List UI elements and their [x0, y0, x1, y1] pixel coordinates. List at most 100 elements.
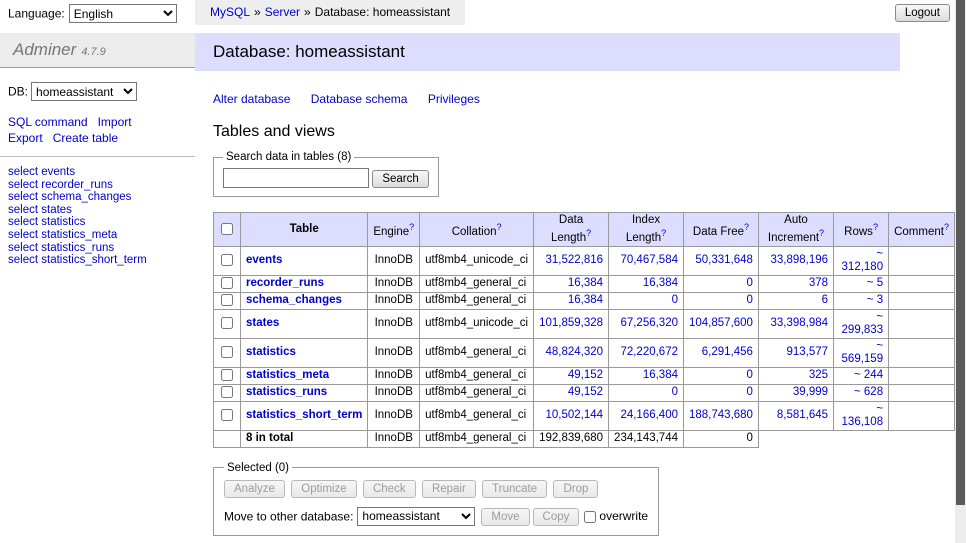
data-length-link[interactable]: 101,859,328	[539, 317, 603, 329]
breadcrumb-server-link[interactable]: Server	[265, 5, 300, 19]
row-checkbox[interactable]	[221, 277, 233, 289]
auto-increment-link[interactable]: 378	[809, 277, 828, 289]
drop-button[interactable]: Drop	[553, 480, 598, 498]
move-button[interactable]: Move	[481, 508, 529, 526]
optimize-button[interactable]: Optimize	[291, 480, 356, 498]
table-name-link[interactable]: statistics_meta	[246, 369, 329, 381]
rows-link[interactable]: ~ 136,108	[842, 403, 884, 428]
data-length-link[interactable]: 31,522,816	[545, 254, 603, 266]
auto-increment-link[interactable]: 325	[809, 369, 828, 381]
repair-button[interactable]: Repair	[422, 480, 476, 498]
data-length-link[interactable]: 49,152	[568, 369, 603, 381]
table-select-link[interactable]: select	[8, 216, 38, 228]
data-length-link[interactable]: 10,502,144	[545, 409, 603, 421]
table-name-link[interactable]: statistics_runs	[41, 242, 114, 254]
table-name-link[interactable]: events	[246, 254, 282, 266]
auto-increment-link[interactable]: 8,581,645	[777, 409, 828, 421]
column-help-link[interactable]: ?	[409, 222, 414, 232]
row-checkbox[interactable]	[221, 346, 233, 358]
truncate-button[interactable]: Truncate	[482, 480, 547, 498]
index-length-link[interactable]: 24,166,400	[620, 409, 678, 421]
column-help-link[interactable]: ?	[661, 228, 666, 238]
index-length-link[interactable]: 0	[672, 294, 678, 306]
data-free-link[interactable]: 104,857,600	[689, 317, 753, 329]
table-name-link[interactable]: recorder_runs	[41, 179, 113, 191]
rows-link[interactable]: ~ 3	[867, 294, 883, 306]
table-name-link[interactable]: states	[41, 204, 72, 216]
rows-link[interactable]: ~ 569,159	[842, 340, 884, 365]
auto-increment-link[interactable]: 6	[822, 294, 828, 306]
import-link[interactable]: Import	[98, 115, 132, 129]
table-name-link[interactable]: statistics_short_term	[41, 254, 146, 266]
data-free-link[interactable]: 0	[747, 386, 753, 398]
auto-increment-link[interactable]: 39,999	[793, 386, 828, 398]
sql-command-link[interactable]: SQL command	[8, 115, 88, 129]
scrollbar-thumb[interactable]	[956, 0, 965, 505]
data-length-link[interactable]: 16,384	[568, 277, 603, 289]
row-checkbox[interactable]	[221, 294, 233, 306]
rows-link[interactable]: ~ 628	[854, 386, 883, 398]
vertical-scrollbar[interactable]	[955, 0, 966, 543]
table-select-link[interactable]: select	[8, 191, 38, 203]
table-name-link[interactable]: statistics	[246, 346, 296, 358]
index-length-link[interactable]: 0	[672, 386, 678, 398]
table-select-link[interactable]: select	[8, 242, 38, 254]
sidebar-create-table-link[interactable]: Create table	[53, 131, 118, 145]
row-checkbox[interactable]	[221, 317, 233, 329]
table-name-link[interactable]: states	[246, 317, 279, 329]
db-select[interactable]: homeassistant	[31, 82, 137, 101]
column-help-link[interactable]: ?	[744, 222, 749, 232]
logout-button[interactable]: Logout	[895, 4, 950, 22]
index-length-link[interactable]: 16,384	[643, 277, 678, 289]
data-free-link[interactable]: 0	[747, 294, 753, 306]
table-select-link[interactable]: select	[8, 254, 38, 266]
column-help-link[interactable]: ?	[944, 222, 949, 232]
column-help-link[interactable]: ?	[873, 222, 878, 232]
data-free-link[interactable]: 188,743,680	[689, 409, 753, 421]
index-length-link[interactable]: 70,467,584	[620, 254, 678, 266]
analyze-button[interactable]: Analyze	[224, 480, 285, 498]
export-link[interactable]: Export	[8, 131, 43, 145]
language-select[interactable]: English	[69, 4, 177, 23]
check-button[interactable]: Check	[363, 480, 416, 498]
database-schema-link[interactable]: Database schema	[311, 92, 408, 106]
table-select-link[interactable]: select	[8, 204, 38, 216]
table-name-link[interactable]: schema_changes	[246, 294, 342, 306]
alter-database-link[interactable]: Alter database	[213, 92, 290, 106]
column-help-link[interactable]: ?	[819, 228, 824, 238]
rows-link[interactable]: ~ 299,833	[842, 311, 884, 336]
table-name-link[interactable]: events	[41, 166, 75, 178]
row-checkbox[interactable]	[221, 369, 233, 381]
data-free-link[interactable]: 0	[747, 369, 753, 381]
data-free-link[interactable]: 6,291,456	[702, 346, 753, 358]
table-name-link[interactable]: statistics_runs	[246, 386, 327, 398]
rows-link[interactable]: ~ 5	[867, 277, 883, 289]
table-select-link[interactable]: select	[8, 229, 38, 241]
auto-increment-link[interactable]: 913,577	[786, 346, 828, 358]
select-all-checkbox[interactable]	[221, 223, 233, 235]
table-name-link[interactable]: statistics_meta	[41, 229, 117, 241]
auto-increment-link[interactable]: 33,898,196	[770, 254, 828, 266]
row-checkbox[interactable]	[221, 409, 233, 421]
auto-increment-link[interactable]: 33,398,984	[770, 317, 828, 329]
table-name-link[interactable]: recorder_runs	[246, 277, 324, 289]
table-select-link[interactable]: select	[8, 179, 38, 191]
data-length-link[interactable]: 16,384	[568, 294, 603, 306]
table-name-link[interactable]: schema_changes	[41, 191, 131, 203]
table-name-link[interactable]: statistics_short_term	[246, 409, 362, 421]
move-db-select[interactable]: homeassistant	[357, 507, 475, 526]
table-select-link[interactable]: select	[8, 166, 38, 178]
data-length-link[interactable]: 48,824,320	[545, 346, 603, 358]
privileges-link[interactable]: Privileges	[428, 92, 480, 106]
overwrite-checkbox[interactable]	[584, 511, 596, 523]
data-length-link[interactable]: 49,152	[568, 386, 603, 398]
breadcrumb-mysql-link[interactable]: MySQL	[210, 5, 250, 19]
row-checkbox[interactable]	[221, 386, 233, 398]
table-name-link[interactable]: statistics	[41, 216, 85, 228]
rows-link[interactable]: ~ 312,180	[842, 248, 884, 273]
column-help-link[interactable]: ?	[586, 228, 591, 238]
search-button[interactable]: Search	[372, 170, 428, 188]
index-length-link[interactable]: 67,256,320	[620, 317, 678, 329]
copy-button[interactable]: Copy	[533, 508, 580, 526]
data-free-link[interactable]: 0	[747, 277, 753, 289]
